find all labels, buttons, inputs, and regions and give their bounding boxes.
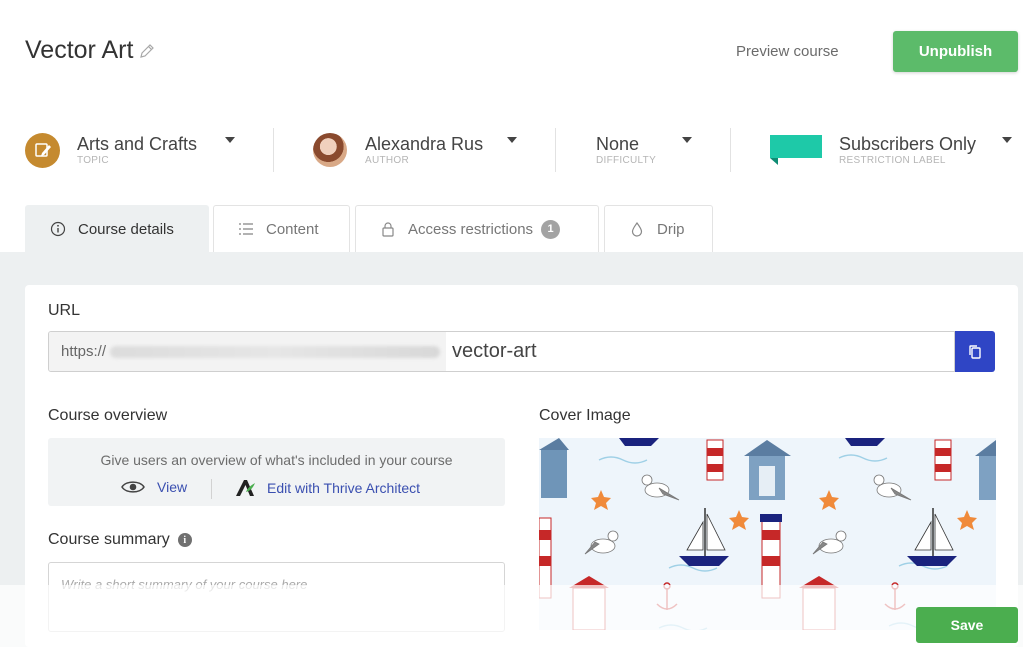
url-slug-input[interactable]: vector-art — [446, 340, 536, 363]
copy-url-button[interactable] — [955, 331, 995, 372]
edit-pencil-icon[interactable] — [139, 43, 155, 59]
tab-access-restrictions[interactable]: Access restrictions 1 — [355, 205, 599, 252]
url-prefix: https:// — [49, 332, 447, 371]
author-chevron-down-icon[interactable] — [507, 137, 517, 143]
copy-icon — [969, 344, 981, 359]
drop-icon — [629, 221, 645, 237]
thrive-architect-logo-icon — [236, 480, 255, 496]
author-label: AUTHOR — [365, 155, 410, 166]
restriction-value: Subscribers Only — [839, 134, 977, 154]
meta-divider — [273, 128, 274, 172]
tab-content[interactable]: Content — [213, 205, 350, 252]
difficulty-value: None — [596, 134, 640, 154]
topic-chevron-down-icon[interactable] — [225, 137, 235, 143]
list-icon — [238, 221, 254, 237]
tab-label: Content — [266, 220, 319, 238]
page-header: Vector Art Preview course Unpublish — [0, 0, 1023, 105]
tab-course-details[interactable]: Course details — [25, 205, 209, 252]
access-restrictions-count-badge: 1 — [541, 219, 561, 239]
view-label: View — [157, 479, 188, 495]
course-summary-label-text: Course summary — [48, 531, 170, 548]
course-title: Vector Art — [25, 36, 155, 65]
view-overview-link[interactable]: View — [121, 479, 187, 495]
url-prefix-text: https:// — [61, 343, 107, 360]
lock-icon — [380, 221, 396, 237]
topic-value: Arts and Crafts — [77, 134, 198, 154]
restriction-selector[interactable]: Subscribers Only RESTRICTION LABEL — [770, 123, 976, 177]
course-overview-label: Course overview — [48, 407, 168, 424]
save-button[interactable]: Save — [916, 607, 1018, 643]
edit-label: Edit with Thrive Architect — [267, 480, 421, 496]
restriction-flag-icon — [770, 135, 822, 165]
palette-pencil-icon — [25, 132, 60, 168]
course-title-text: Vector Art — [25, 36, 134, 64]
overview-divider — [211, 479, 212, 499]
url-label: URL — [48, 302, 81, 319]
course-overview-description: Give users an overview of what's include… — [100, 452, 453, 468]
edit-with-thrive-architect-link[interactable]: Edit with Thrive Architect — [234, 479, 420, 497]
topic-selector[interactable]: Arts and Crafts TOPIC — [25, 123, 197, 177]
difficulty-chevron-down-icon[interactable] — [682, 137, 692, 143]
preview-course-link[interactable]: Preview course — [736, 43, 839, 60]
course-overview-box: Give users an overview of what's include… — [48, 438, 505, 506]
cover-image-label: Cover Image — [539, 407, 631, 424]
url-blurred-domain — [110, 345, 441, 358]
restriction-label: RESTRICTION LABEL — [839, 155, 946, 166]
meta-divider — [730, 128, 731, 172]
tab-label: Course details — [78, 220, 174, 238]
meta-divider — [555, 128, 556, 172]
bottom-overlay — [0, 585, 1023, 647]
author-value: Alexandra Rus — [365, 134, 484, 154]
course-meta-row: Arts and Crafts TOPIC Alexandra Rus AUTH… — [0, 123, 1023, 177]
difficulty-label: DIFFICULTY — [596, 155, 657, 166]
restriction-chevron-down-icon[interactable] — [1002, 137, 1012, 143]
author-avatar — [313, 133, 347, 167]
course-summary-label: Course summary i — [48, 531, 192, 549]
url-field[interactable]: https:// vector-art — [48, 331, 955, 372]
tab-drip[interactable]: Drip — [604, 205, 713, 252]
tab-label: Drip — [657, 220, 685, 238]
tab-label: Access restrictions — [408, 220, 534, 238]
topic-label: TOPIC — [77, 155, 109, 166]
info-icon — [50, 221, 66, 237]
eye-icon — [121, 481, 145, 493]
difficulty-selector[interactable]: None DIFFICULTY — [596, 123, 656, 177]
author-selector[interactable]: Alexandra Rus AUTHOR — [313, 123, 483, 177]
unpublish-button[interactable]: Unpublish — [893, 31, 1018, 72]
info-icon[interactable]: i — [177, 533, 192, 547]
